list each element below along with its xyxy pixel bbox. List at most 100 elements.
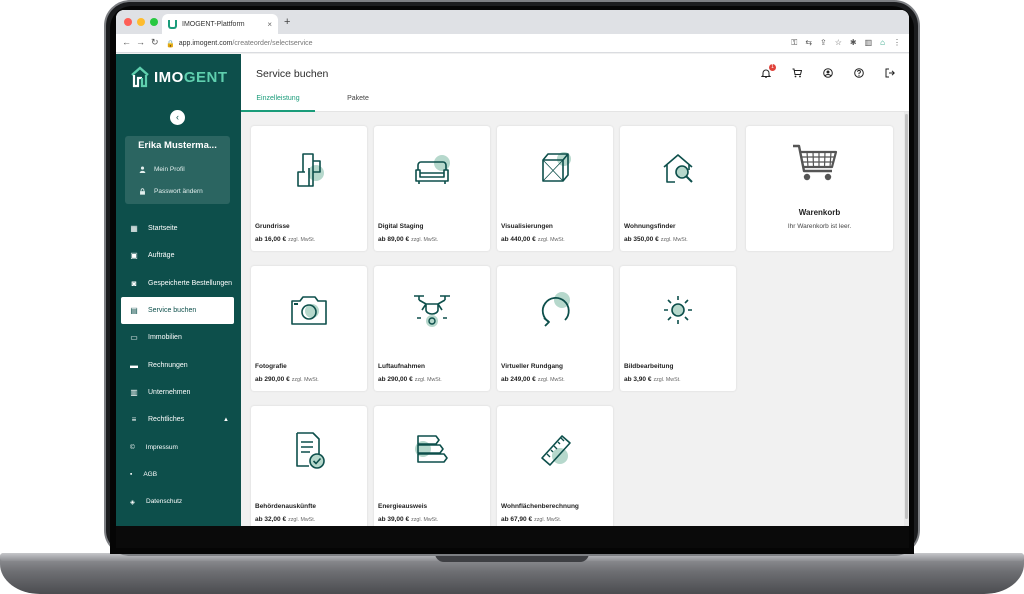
sidebar-item-startseite[interactable]: ▦ Startseite: [116, 215, 241, 242]
sidebar-item-immobilien[interactable]: ▭ Immobilien: [116, 324, 241, 351]
sidebar-item-label: Gespeicherte Bestellungen: [148, 279, 233, 287]
credit-card-icon: ▬: [130, 360, 138, 370]
sidebar-item-rechnungen[interactable]: ▬ Rechnungen: [116, 351, 241, 378]
help-button[interactable]: [854, 68, 864, 78]
sidebar: IMOGENT ‹ Erika Musterma... Mein Profil …: [116, 54, 241, 526]
sun-icon: [664, 296, 692, 324]
service-title: Behördenauskünfte: [255, 503, 317, 510]
service-card-grundrisse[interactable]: Grundrisse ab 16,00 € zzgl. MwSt.: [251, 126, 367, 251]
document-check-icon: [296, 432, 325, 469]
sidebar-item-label: Datenschutz: [146, 498, 183, 506]
cart-button[interactable]: [792, 68, 803, 78]
service-price: ab 440,00 € zzgl. MwSt.: [501, 236, 565, 243]
service-price: ab 290,00 € zzgl. MwSt.: [378, 376, 442, 383]
sidebar-item-rechtliches[interactable]: ≡ Rechtliches ▲: [116, 406, 241, 433]
list-icon: ≡: [131, 415, 137, 425]
imogent-extension-icon[interactable]: ⌂: [880, 38, 885, 48]
share-icon[interactable]: ⇪: [820, 38, 827, 48]
service-title: Energieausweis: [378, 503, 428, 510]
sidebar-nav: ▦ Startseite ▣ Aufträge ◙ Gespeicherte B…: [116, 215, 241, 515]
sidepanel-icon[interactable]: ▥: [865, 38, 873, 48]
service-card-wohnungsfinder[interactable]: Wohnungsfinder ab 350,00 € zzgl. MwSt.: [620, 126, 736, 251]
service-card-bildbearbeitung[interactable]: Bildbearbeitung ab 3,90 € zzgl. MwSt.: [620, 266, 736, 391]
maximize-window-button[interactable]: [150, 18, 158, 26]
service-card-behoerdenauskuenfte[interactable]: Behördenauskünfte ab 32,00 € zzgl. MwSt.: [251, 406, 367, 526]
sidebar-item-gespeicherte-bestellungen[interactable]: ◙ Gespeicherte Bestellungen: [116, 270, 241, 297]
help-icon: [854, 68, 864, 78]
reload-icon[interactable]: ↻: [151, 37, 159, 48]
service-title: Virtueller Rundgang: [501, 363, 563, 370]
service-card-fotografie[interactable]: Fotografie ab 290,00 € zzgl. MwSt.: [251, 266, 367, 391]
lock-icon: 🔒: [166, 40, 175, 48]
tab-einzelleistung[interactable]: Einzelleistung: [241, 91, 315, 112]
shopping-cart-icon: [793, 144, 838, 181]
key-icon[interactable]: ⚿: [791, 38, 797, 48]
profile-link-label: Passwort ändern: [154, 188, 203, 195]
service-title: Wohnflächenberechnung: [501, 503, 579, 510]
doc-icon: ▪: [130, 470, 133, 478]
close-window-button[interactable]: [124, 18, 132, 26]
storefront-icon: ▭: [130, 333, 138, 343]
cart-summary-card[interactable]: Warenkorb Ihr Warenkorb ist leer.: [746, 126, 893, 251]
profile-name: Erika Musterma...: [138, 140, 217, 151]
service-title: Luftaufnahmen: [378, 363, 425, 370]
service-card-luftaufnahmen[interactable]: Luftaufnahmen ab 290,00 € zzgl. MwSt.: [374, 266, 490, 391]
back-icon[interactable]: ←: [122, 37, 131, 47]
logout-icon: [885, 68, 895, 78]
notification-badge: 1: [769, 64, 776, 71]
menu-icon[interactable]: ⋮: [893, 38, 901, 48]
notifications-button[interactable]: 1: [760, 64, 776, 79]
sidebar-item-unternehmen[interactable]: ▥ Unternehmen: [116, 379, 241, 406]
collapse-sidebar-button[interactable]: ‹: [170, 110, 185, 125]
logo-house-icon: [131, 66, 149, 88]
service-price: ab 350,00 € zzgl. MwSt.: [624, 236, 688, 243]
caret-up-icon: ▲: [223, 416, 229, 423]
minimize-window-button[interactable]: [137, 18, 145, 26]
service-title: Visualisierungen: [501, 223, 553, 230]
service-card-energieausweis[interactable]: Energieausweis ab 39,00 € zzgl. MwSt.: [374, 406, 490, 526]
drone-icon: [414, 295, 450, 327]
cart-empty-text: Ihr Warenkorb ist leer.: [787, 223, 852, 230]
screen-bezel: [116, 526, 909, 548]
sidebar-item-label: AGB: [143, 470, 158, 478]
sidebar-item-auftraege[interactable]: ▣ Aufträge: [116, 242, 241, 269]
service-card-visualisierungen[interactable]: Visualisierungen ab 440,00 € zzgl. MwSt.: [497, 126, 613, 251]
sidebar-item-agb[interactable]: ▪ AGB: [116, 461, 241, 488]
browser-tab[interactable]: IMOGENT-Plattform ×: [162, 14, 278, 34]
account-circle-icon: [823, 68, 833, 78]
browser-toolbar: ← → ↻ 🔒 app.imogent.com/createorder/sele…: [116, 34, 909, 53]
forward-icon[interactable]: →: [136, 37, 145, 47]
person-icon: [139, 166, 146, 173]
tab-close-icon[interactable]: ×: [267, 20, 272, 29]
url-text: app.imogent.com/createorder/selectservic…: [178, 40, 313, 47]
new-tab-button[interactable]: +: [284, 16, 290, 28]
account-button[interactable]: [823, 68, 833, 78]
info-icon: ©: [130, 443, 135, 451]
profile-link-passwort[interactable]: Passwort ändern: [139, 188, 203, 195]
service-price: ab 3,90 € zzgl. MwSt.: [624, 376, 681, 383]
translate-icon[interactable]: ⇆: [805, 38, 812, 48]
save-icon: ◙: [131, 278, 137, 288]
service-card-digital-staging[interactable]: Digital Staging ab 89,00 € zzgl. MwSt.: [374, 126, 490, 251]
service-card-virtueller-rundgang[interactable]: Virtueller Rundgang ab 249,00 € zzgl. MwS…: [497, 266, 613, 391]
imogent-logo[interactable]: IMOGENT: [130, 66, 228, 88]
cart-icon: [792, 68, 803, 78]
sidebar-item-service-buchen[interactable]: ▤ Service buchen: [121, 296, 234, 325]
service-tabs: Einzelleistung Pakete: [241, 91, 395, 112]
star-icon[interactable]: ☆: [835, 38, 842, 48]
shield-icon: ◈: [130, 498, 135, 506]
tab-pakete[interactable]: Pakete: [321, 91, 395, 112]
sidebar-item-datenschutz[interactable]: ◈ Datenschutz: [116, 488, 241, 515]
service-title: Wohnungsfinder: [624, 223, 676, 230]
address-bar[interactable]: 🔒 app.imogent.com/createorder/selectserv…: [166, 37, 766, 50]
rotate-icon: [541, 292, 570, 327]
service-price: ab 32,00 € zzgl. MwSt.: [255, 516, 316, 523]
profile-link-mein-profil[interactable]: Mein Profil: [139, 166, 185, 173]
main-scrollbar[interactable]: [904, 112, 909, 526]
extensions-icon[interactable]: ✱: [850, 38, 857, 48]
scrollbar-thumb[interactable]: [905, 114, 908, 519]
browser-tab-title: IMOGENT-Plattform: [182, 20, 245, 28]
sidebar-item-impressum[interactable]: © Impressum: [116, 433, 241, 460]
logout-button[interactable]: [885, 68, 895, 78]
service-card-wohnflaechenberechnung[interactable]: Wohnflächenberechnung ab 67,90 € zzgl. Mw…: [497, 406, 613, 526]
